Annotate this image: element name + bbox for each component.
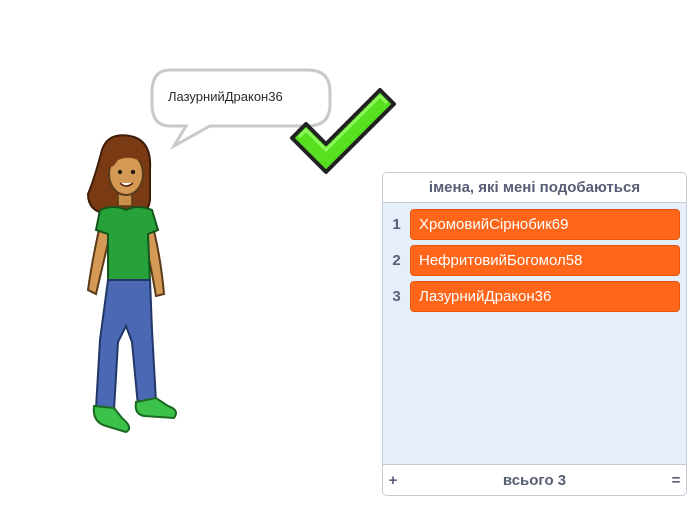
list-row-index: 3 (392, 287, 401, 305)
list-row: 3 ЛазурнийДракон36 (383, 278, 686, 314)
resize-handle[interactable]: = (666, 472, 686, 489)
list-row-value[interactable]: ХромовийСірнобик69 (410, 208, 680, 240)
list-row-value[interactable]: ЛазурнийДракон36 (410, 280, 680, 312)
list-row: 2 НефритовийБогомол58 (383, 242, 686, 278)
list-length-label: всього 3 (502, 471, 567, 489)
list-title: імена, які мені подобаються (383, 173, 686, 203)
list-footer: + всього 3 = (383, 464, 686, 495)
add-item-button[interactable]: + (383, 472, 403, 489)
girl-sprite (86, 134, 177, 434)
list-items: 1 ХромовийСірнобик69 2 НефритовийБогомол… (383, 203, 686, 314)
stage: ЛазурнийДракон36 імена, які мені подобаю… (0, 0, 695, 519)
checkmark-icon (290, 88, 396, 174)
list-monitor[interactable]: імена, які мені подобаються 1 ХромовийСі… (382, 172, 687, 496)
list-row-index: 1 (392, 215, 401, 233)
list-row: 1 ХромовийСірнобик69 (383, 206, 686, 242)
list-row-index: 2 (392, 251, 401, 269)
list-row-value[interactable]: НефритовийБогомол58 (410, 244, 680, 276)
